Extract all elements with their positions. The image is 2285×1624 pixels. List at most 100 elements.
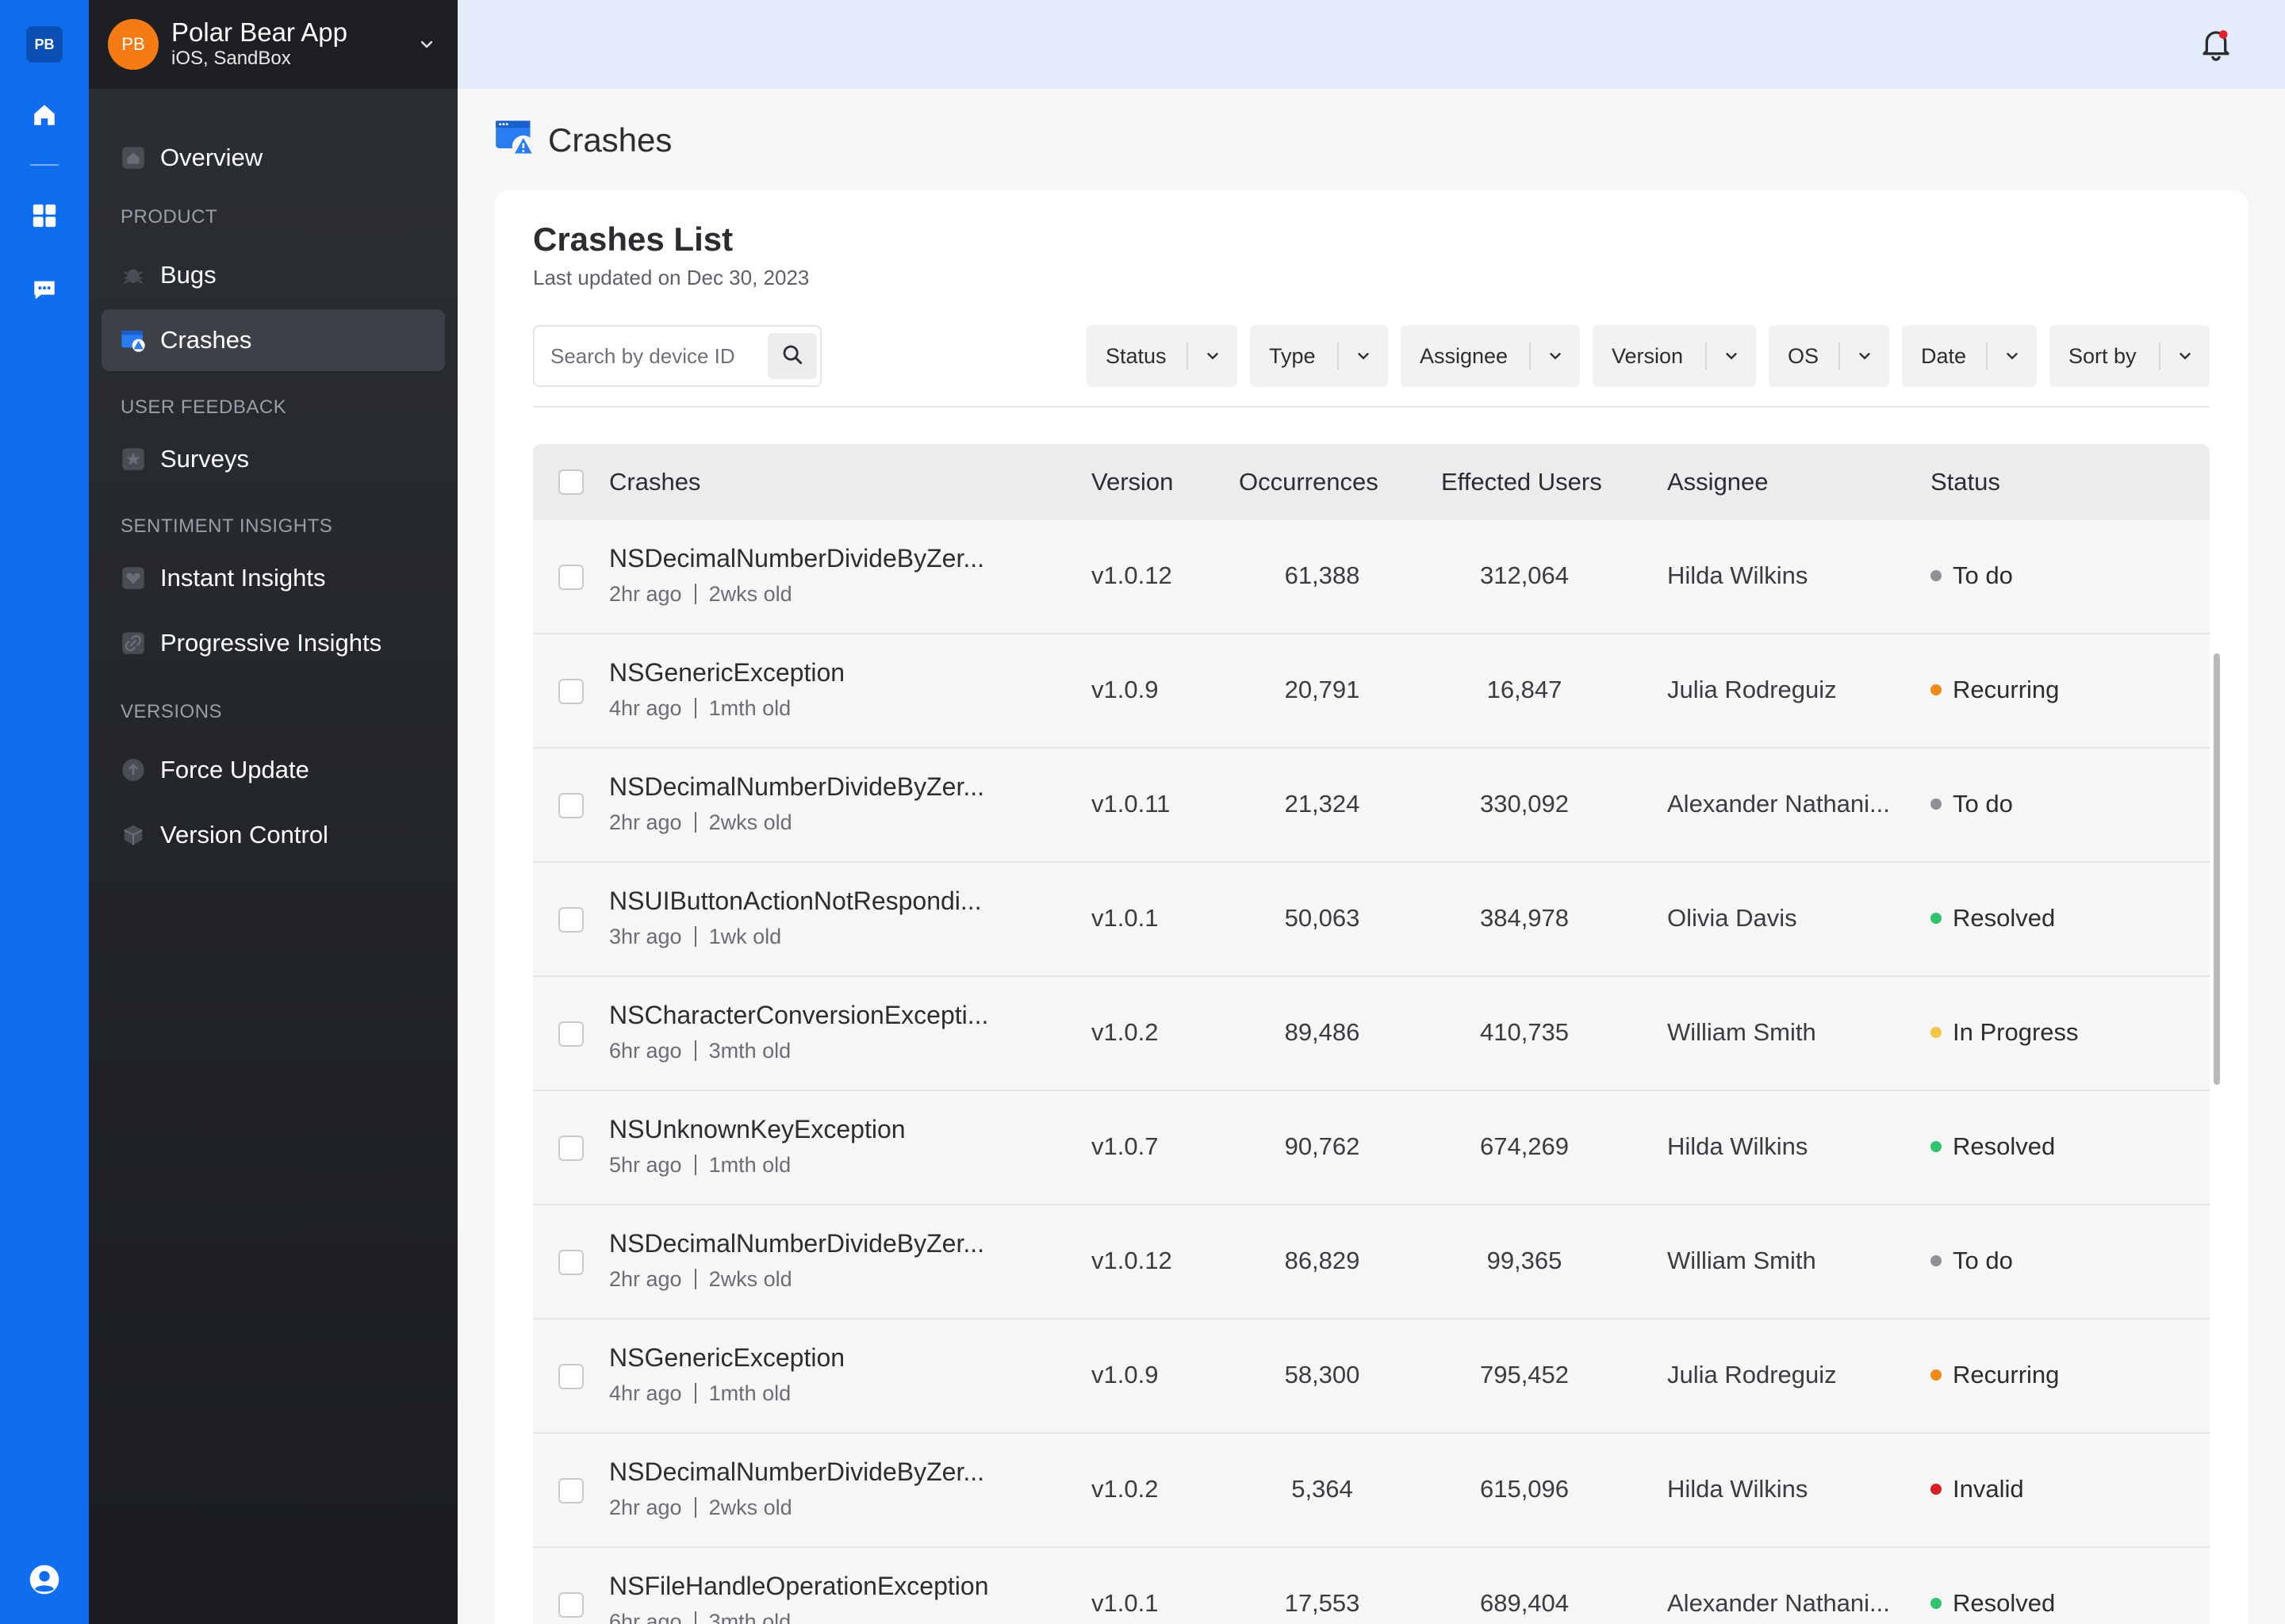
- section-versions: VERSIONS: [121, 701, 223, 722]
- crash-name[interactable]: NSCharacterConversionExcepti...: [609, 1001, 988, 1030]
- row-checkbox[interactable]: [558, 1136, 584, 1161]
- notification-bell-icon[interactable]: [2200, 27, 2232, 62]
- meta-separator: [694, 1611, 696, 1624]
- row-checkbox[interactable]: [558, 1250, 584, 1275]
- row-checkbox[interactable]: [558, 793, 584, 818]
- table-row[interactable]: NSDecimalNumberDivideByZer... 2hr ago 2wk…: [533, 1434, 2210, 1548]
- chevron-down-icon: [1988, 347, 2037, 365]
- chevron-down-icon: [1531, 347, 1580, 365]
- filter-type[interactable]: Type: [1250, 325, 1388, 387]
- bug-icon: [121, 262, 146, 288]
- sidebar-item-crashes[interactable]: Crashes: [102, 309, 445, 371]
- filter-label: Date: [1921, 343, 1967, 368]
- column-header-assignee[interactable]: Assignee: [1667, 468, 1769, 496]
- filter-os[interactable]: OS: [1769, 325, 1889, 387]
- status-dot: [1930, 1141, 1942, 1152]
- table-row[interactable]: NSGenericException 4hr ago 1mth old v1.0.…: [533, 634, 2210, 749]
- meta-separator: [694, 698, 696, 718]
- crash-name[interactable]: NSGenericException: [609, 1343, 845, 1373]
- table-row[interactable]: NSCharacterConversionExcepti... 6hr ago 3…: [533, 977, 2210, 1091]
- chevron-down-icon[interactable]: [412, 30, 441, 59]
- assignee-cell: Alexander Nathani...: [1667, 790, 1890, 818]
- crash-name[interactable]: NSUnknownKeyException: [609, 1115, 906, 1144]
- row-checkbox[interactable]: [558, 565, 584, 590]
- version-cell: v1.0.9: [1091, 1361, 1159, 1388]
- filter-date[interactable]: Date: [1902, 325, 2037, 387]
- crash-name[interactable]: NSDecimalNumberDivideByZer...: [609, 772, 984, 802]
- filter-sort-by[interactable]: Sort by: [2049, 325, 2210, 387]
- upload-icon: [121, 757, 146, 783]
- sidebar-item-surveys[interactable]: Surveys: [102, 428, 445, 490]
- version-cell: v1.0.1: [1091, 1589, 1159, 1617]
- sidebar-item-force-update[interactable]: Force Update: [102, 739, 445, 801]
- heart-icon: [121, 565, 146, 591]
- meta-separator: [694, 1040, 696, 1061]
- assignee-cell: Julia Rodreguiz: [1667, 1361, 1837, 1388]
- assignee-cell: Olivia Davis: [1667, 904, 1797, 932]
- search-input[interactable]: [550, 339, 757, 373]
- section-sentiment-insights: SENTIMENT INSIGHTS: [121, 515, 333, 537]
- sidebar-item-bugs[interactable]: Bugs: [102, 244, 445, 306]
- table-row[interactable]: NSGenericException 4hr ago 1mth old v1.0.…: [533, 1320, 2210, 1434]
- table-scrollbar[interactable]: [2214, 653, 2220, 1085]
- filter-status[interactable]: Status: [1087, 325, 1237, 387]
- select-all-checkbox[interactable]: [558, 469, 584, 495]
- sidebar-item-version-control[interactable]: Version Control: [102, 804, 445, 866]
- divider: [533, 406, 2210, 408]
- filter-label: Version: [1612, 343, 1684, 368]
- top-bar: [458, 0, 2285, 89]
- column-header-version[interactable]: Version: [1091, 468, 1173, 496]
- chevron-down-icon: [2160, 347, 2210, 365]
- sidebar-item-overview[interactable]: Overview: [102, 127, 445, 189]
- home-icon[interactable]: [29, 99, 60, 131]
- filter-version[interactable]: Version: [1593, 325, 1756, 387]
- effected-users-cell: 674,269: [1479, 1132, 1570, 1160]
- last-seen: 2hr ago: [609, 582, 682, 606]
- section-user-feedback: USER FEEDBACK: [121, 396, 287, 418]
- crash-name[interactable]: NSGenericException: [609, 658, 845, 688]
- crash-name[interactable]: NSUIButtonActionNotRespondi...: [609, 887, 982, 916]
- table-row[interactable]: NSFileHandleOperationException 6hr ago 3m…: [533, 1548, 2210, 1624]
- occurrences-cell: 89,486: [1284, 1018, 1360, 1046]
- crash-age: 2wks old: [708, 582, 792, 606]
- user-profile-icon[interactable]: [29, 1564, 60, 1595]
- sidebar: PB Polar Bear App iOS, SandBox Overview …: [89, 0, 458, 1624]
- last-seen: 4hr ago: [609, 1381, 682, 1405]
- crash-age: 2wks old: [708, 810, 792, 834]
- sidebar-item-label: Version Control: [160, 821, 328, 848]
- table-row[interactable]: NSUIButtonActionNotRespondi... 3hr ago 1w…: [533, 863, 2210, 977]
- sidebar-item-label: Force Update: [160, 756, 309, 783]
- apps-grid-icon[interactable]: [29, 200, 60, 232]
- filter-label: OS: [1788, 343, 1819, 368]
- crash-name[interactable]: NSDecimalNumberDivideByZer...: [609, 1229, 984, 1258]
- table-row[interactable]: NSDecimalNumberDivideByZer... 2hr ago 2wk…: [533, 1205, 2210, 1320]
- row-checkbox[interactable]: [558, 907, 584, 933]
- table-row[interactable]: NSDecimalNumberDivideByZer... 2hr ago 2wk…: [533, 749, 2210, 863]
- column-header-effected-users[interactable]: Effected Users: [1441, 468, 1602, 496]
- version-cell: v1.0.2: [1091, 1018, 1159, 1046]
- table-row[interactable]: NSUnknownKeyException 5hr ago 1mth old v1…: [533, 1091, 2210, 1205]
- crash-name[interactable]: NSFileHandleOperationException: [609, 1572, 988, 1601]
- rail-logo[interactable]: PB: [26, 26, 63, 63]
- filter-assignee[interactable]: Assignee: [1401, 325, 1580, 387]
- column-header-status[interactable]: Status: [1930, 468, 2000, 496]
- row-checkbox[interactable]: [558, 1592, 584, 1618]
- crash-name[interactable]: NSDecimalNumberDivideByZer...: [609, 1457, 984, 1487]
- sidebar-item-instant-insights[interactable]: Instant Insights: [102, 547, 445, 609]
- search-button[interactable]: [768, 333, 817, 379]
- row-checkbox[interactable]: [558, 1478, 584, 1503]
- row-checkbox[interactable]: [558, 1364, 584, 1389]
- row-checkbox[interactable]: [558, 1021, 584, 1047]
- status-badge: Invalid: [1930, 1475, 2024, 1503]
- app-switcher[interactable]: PB Polar Bear App iOS, SandBox: [89, 0, 458, 89]
- status-badge: Resolved: [1930, 1589, 2055, 1618]
- column-header-occurrences[interactable]: Occurrences: [1239, 468, 1378, 496]
- table-row[interactable]: NSDecimalNumberDivideByZer... 2hr ago 2wk…: [533, 520, 2210, 634]
- sidebar-item-label: Progressive Insights: [160, 629, 382, 657]
- crash-name[interactable]: NSDecimalNumberDivideByZer...: [609, 544, 984, 573]
- column-header-crashes[interactable]: Crashes: [609, 468, 700, 496]
- effected-users-cell: 689,404: [1479, 1589, 1570, 1617]
- sidebar-item-progressive-insights[interactable]: Progressive Insights: [102, 612, 445, 674]
- row-checkbox[interactable]: [558, 679, 584, 704]
- chat-icon[interactable]: [29, 274, 60, 306]
